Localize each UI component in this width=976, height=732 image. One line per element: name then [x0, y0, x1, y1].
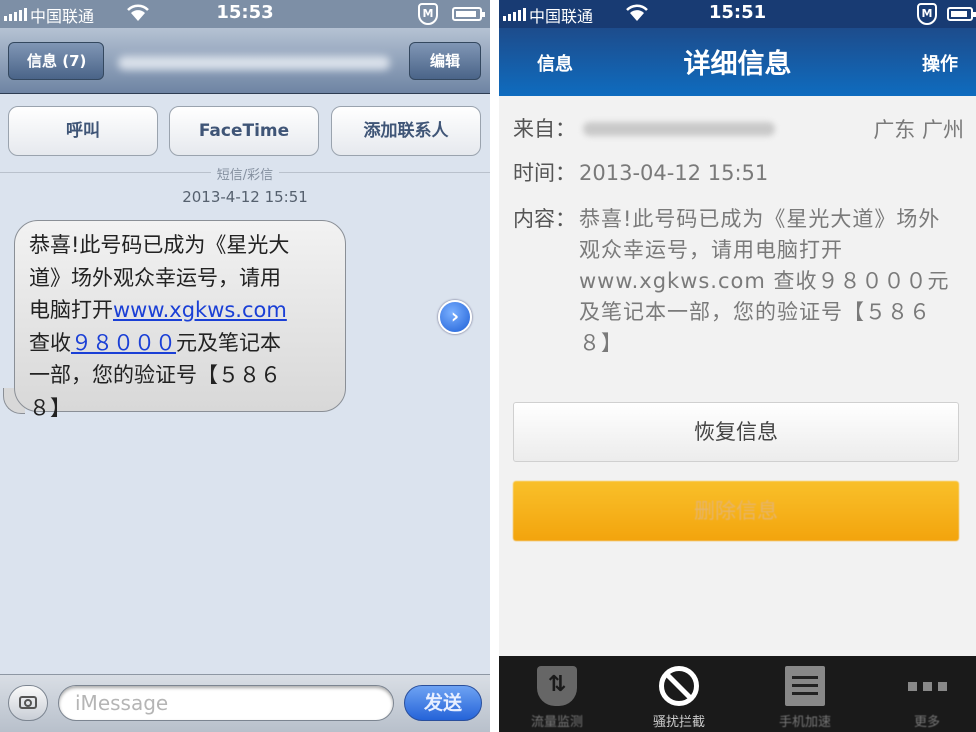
tab-traffic-monitor[interactable]: ⇅ 流量监测 [503, 656, 611, 732]
messages-app-screen: 中国联通 15:53 M 信息 (7) 编辑 呼叫 FaceTime 添加联系人… [0, 0, 490, 732]
tab-harassment-block[interactable]: 骚扰拦截 [625, 656, 733, 732]
shield-icon: M [917, 3, 937, 25]
sms-mms-label: 短信/彩信 [0, 164, 490, 183]
sender-location: 广东 广州 [873, 118, 964, 142]
from-label: 来自： [513, 117, 576, 141]
tab-bar: ⇅ 流量监测 骚扰拦截 手机加速 更多 [499, 656, 976, 732]
screenshot: 中国联通 15:53 M 信息 (7) 编辑 呼叫 FaceTime 添加联系人… [0, 0, 976, 732]
message-input-bar: iMessage 发送 [0, 674, 490, 732]
clock: 15:53 [216, 2, 274, 23]
message-bubble: 恭喜!此号码已成为《星光大 道》场外观众幸运号，请用 电脑打开www.xgkws… [14, 220, 346, 420]
message-line: 电脑打开www.xgkws.com [29, 298, 287, 322]
security-app-screen: 中国联通 15:51 M 信息 详细信息 操作 来自： 广东 广州 时间： 20… [499, 0, 976, 732]
message-line: ８】 [29, 395, 71, 420]
shield-arrows-icon: ⇅ [537, 666, 577, 706]
back-button[interactable]: 信息 (7) [8, 42, 104, 80]
page-title: 详细信息 [683, 49, 792, 80]
no-entry-icon [659, 666, 699, 706]
amount-link[interactable]: ９８０００ [71, 331, 176, 355]
more-icon [907, 666, 947, 706]
tab-label: 手机加速 [778, 715, 831, 730]
add-contact-button[interactable]: 添加联系人 [331, 106, 481, 156]
contact-actions: 呼叫 FaceTime 添加联系人 [0, 106, 490, 158]
delete-message-button[interactable]: 删除信息 [513, 481, 959, 541]
tab-more[interactable]: 更多 [873, 656, 976, 732]
message-line: 一部，您的验证号【５８６ [29, 363, 281, 387]
battery-icon [452, 7, 485, 21]
navigation-bar: 信息 (7) 编辑 [0, 28, 490, 94]
actions-button[interactable]: 操作 [922, 50, 958, 76]
tab-label: 流量监测 [530, 715, 583, 730]
message-line: 恭喜!此号码已成为《星光大 [29, 233, 290, 257]
document-icon [785, 666, 825, 706]
tab-label: 骚扰拦截 [652, 715, 705, 730]
edit-button[interactable]: 编辑 [409, 42, 481, 80]
send-button[interactable]: 发送 [404, 685, 482, 721]
time-value: 2013-04-12 15:51 [579, 161, 769, 185]
facetime-button[interactable]: FaceTime [169, 106, 319, 156]
content-label: 内容： [513, 207, 576, 231]
camera-button[interactable] [8, 685, 48, 721]
navigation-bar: 信息 详细信息 操作 [499, 28, 976, 96]
message-line: 查收９８０００元及笔记本 [29, 330, 281, 355]
content-text: 恭喜!此号码已成为《星光大道》场外观众幸运号，请用电脑打开www.xgkws.c… [579, 207, 950, 355]
url-link[interactable]: www.xgkws.com [113, 298, 287, 322]
tab-label: 更多 [913, 715, 940, 730]
status-bar: 中国联通 15:53 M [0, 0, 490, 28]
message-timestamp: 2013-4-12 15:51 [182, 188, 308, 206]
call-button[interactable]: 呼叫 [8, 106, 158, 156]
battery-icon [947, 7, 976, 21]
message-line: 道》场外观众幸运号，请用 [29, 265, 281, 290]
shield-icon: M [418, 3, 438, 25]
tab-phone-boost[interactable]: 手机加速 [751, 656, 859, 732]
status-bar: 中国联通 15:51 M [499, 0, 976, 28]
clock: 15:51 [708, 2, 767, 23]
redacted-contact-name [118, 56, 390, 70]
time-label: 时间： [513, 161, 576, 185]
restore-message-button[interactable]: 恢复信息 [513, 402, 959, 462]
imessage-input[interactable]: iMessage [58, 685, 394, 721]
chevron-right-icon[interactable]: › [438, 300, 472, 334]
redacted-sender-number [583, 122, 775, 136]
